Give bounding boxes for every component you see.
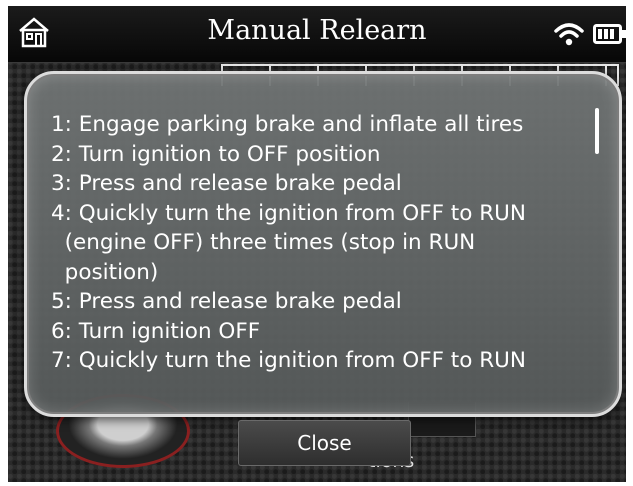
instruction-step: 4: Quickly turn the ignition from OFF to…: [51, 200, 526, 285]
close-button[interactable]: Close: [238, 420, 411, 466]
scrollbar-thumb[interactable]: [595, 108, 599, 154]
instruction-step: 1: Engage parking brake and inflate all …: [51, 112, 524, 137]
instructions-list[interactable]: 1: Engage parking brake and inflate all …: [51, 110, 591, 390]
top-bar: Manual Relearn: [8, 6, 626, 63]
instruction-step: 3: Press and release brake pedal: [51, 171, 402, 196]
instruction-step: 2: Turn ignition to OFF position: [51, 141, 381, 167]
instruction-step: 7: Quickly turn the ignition from OFF to…: [51, 348, 526, 373]
device-screen: Manual Relearn tions 1: Engage parking b…: [8, 6, 626, 482]
instruction-step: 5: Press and release brake pedal: [51, 289, 402, 314]
battery-icon: [593, 24, 626, 44]
instruction-step: 6: Turn ignition OFF: [51, 318, 261, 344]
instructions-dialog: 1: Engage parking brake and inflate all …: [24, 71, 622, 417]
page-title: Manual Relearn: [207, 15, 427, 46]
wifi-icon: [554, 23, 584, 46]
